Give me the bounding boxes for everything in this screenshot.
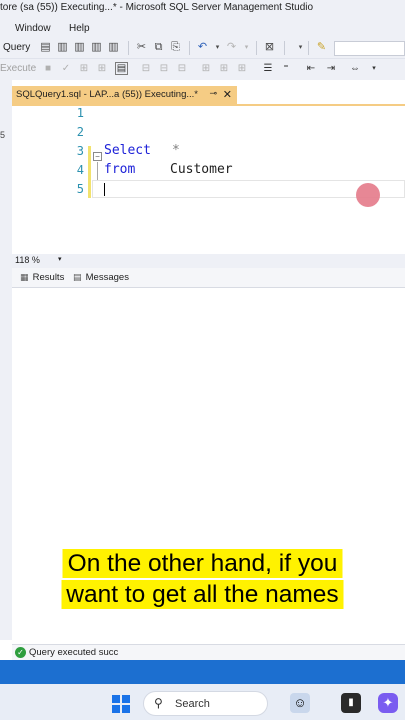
zoom-level[interactable]: 118 % [15, 255, 40, 265]
success-check-icon: ✓ [15, 647, 26, 658]
line-number: 5 [76, 182, 84, 196]
results-tabs: ▦ Results ▤ Messages [12, 268, 405, 288]
cut-icon[interactable]: ✂ [135, 41, 148, 54]
indent-icon[interactable]: ⇥ [325, 63, 337, 75]
copilot-icon[interactable]: ✦ [378, 693, 398, 713]
mdx-query-icon[interactable]: ▥ [73, 41, 86, 54]
change-tracking-bar [88, 146, 91, 198]
select-all-operator: * [172, 143, 180, 158]
query-editor[interactable]: 1 2 3 4 5 − Select * from Customer [12, 106, 405, 254]
line-number: 4 [76, 163, 84, 177]
toolbar-separator [189, 41, 190, 55]
status-message: Query executed succ [29, 647, 119, 658]
new-query-icon[interactable]: ▤ [39, 41, 52, 54]
tab-messages[interactable]: ▤ Messages [73, 272, 129, 283]
properties-icon[interactable]: ✎ [315, 41, 328, 54]
toolbar-separator [128, 41, 129, 55]
close-icon[interactable]: ✕ [223, 88, 232, 101]
toolbar-options-icon[interactable]: ▾ [368, 63, 380, 75]
undo-icon[interactable]: ↶ [196, 41, 209, 54]
query-status-bar: ✓ Query executed succ [12, 644, 405, 660]
execute-button[interactable]: Execute [0, 63, 36, 74]
tab-results-label: Results [32, 272, 65, 283]
toolbar-separator [308, 41, 309, 55]
terminal-icon[interactable]: ▮ [341, 693, 361, 713]
search-icon: ⚲ [154, 696, 163, 710]
include-plan-icon[interactable]: ⊟ [140, 63, 152, 75]
parse-icon[interactable]: ✓ [60, 63, 72, 75]
display-plan-icon[interactable]: ⊞ [78, 63, 90, 75]
tab-results[interactable]: ▦ Results [20, 272, 64, 283]
tab-sqlquery1[interactable]: SQLQuery1.sql - LAP...a (55)) Executing.… [12, 86, 237, 104]
line-number: 1 [76, 106, 84, 120]
menu-item-window[interactable]: Window [15, 23, 51, 34]
tab-messages-label: Messages [85, 272, 129, 283]
sql-editor-toolbar: Execute ■ ✓ ⊞ ⊞ ▤ ⊟ ⊟ ⊟ ⊞ ⊞ ⊞ ☰ ⁼ ⇤ ⇥ ⇔ … [0, 59, 405, 80]
stop-icon[interactable]: ■ [42, 63, 54, 75]
tab-title: SQLQuery1.sql - LAP...a (55)) Executing.… [16, 89, 198, 100]
redo-dropdown-icon[interactable]: ▾ [240, 41, 253, 54]
screen: tore (sa (55)) Executing...* - Microsoft… [0, 0, 405, 720]
dropdown-icon[interactable]: ▾ [294, 41, 307, 54]
paste-icon[interactable]: ⎘ [169, 41, 182, 54]
keyword-from: from [104, 162, 136, 177]
zoom-dropdown-icon[interactable]: ▾ [58, 255, 62, 263]
results-to-text-icon[interactable]: ▤ [115, 62, 128, 75]
editor-zoom-bar: 118 % ▾ [12, 254, 405, 268]
windows-taskbar: ⚲ Search ☺ ▮ ✦ [0, 684, 405, 720]
specify-values-icon[interactable]: ⇔ [349, 63, 361, 75]
taskbar-search[interactable]: ⚲ Search [143, 691, 268, 716]
video-caption: On the other hand, if you want to get al… [55, 548, 350, 610]
uncomment-icon[interactable]: ⁼ [280, 63, 292, 75]
client-stats-icon[interactable]: ⊟ [176, 63, 188, 75]
caption-text: On the other hand, if you want to get al… [61, 549, 344, 609]
application-status-bar [0, 660, 405, 684]
keyword-select: Select [104, 143, 151, 158]
fold-guide [97, 162, 98, 180]
avatar-icon[interactable]: ☺ [290, 693, 310, 713]
text-caret [104, 183, 105, 196]
menu-item-help[interactable]: Help [69, 23, 90, 34]
line-number: 3 [76, 144, 84, 158]
redo-icon[interactable]: ↷ [225, 41, 238, 54]
search-label: Search [175, 698, 210, 710]
live-stats-icon[interactable]: ⊟ [158, 63, 170, 75]
xmla-query-icon[interactable]: ▥ [107, 41, 120, 54]
database-query-icon[interactable]: ▥ [56, 41, 69, 54]
toolbar-search-input[interactable] [334, 41, 405, 56]
results-to-file-icon[interactable]: ⊞ [218, 63, 230, 75]
comment-icon[interactable]: ☰ [262, 63, 274, 75]
line-number: 2 [76, 125, 84, 139]
query-designer-icon[interactable]: ⊞ [96, 63, 108, 75]
results-to-grid-icon[interactable]: ⊞ [200, 63, 212, 75]
windows-start-icon[interactable] [112, 695, 130, 713]
horizontal-scrollbar[interactable] [78, 257, 405, 265]
menu-bar: Window Help [0, 18, 405, 38]
object-explorer-partial-text: 5 [0, 130, 6, 140]
object-explorer-edge: 5 [0, 80, 12, 640]
query-menu-label[interactable]: Query [3, 42, 30, 53]
touch-indicator [356, 183, 380, 207]
toolbar-separator [284, 41, 285, 55]
pin-icon[interactable]: ⊸ [209, 88, 217, 99]
solution-explorer-icon[interactable]: ⊠ [263, 41, 276, 54]
results-icon[interactable]: ⊞ [236, 63, 248, 75]
standard-toolbar: Query ▤ ▥ ▥ ▥ ▥ ✂ ⧉ ⎘ ↶ ▾ ↷ ▾ ⊠ ▾ ✎ [0, 38, 405, 59]
toolbar-separator [256, 41, 257, 55]
grid-icon: ▦ [20, 272, 29, 282]
dmx-query-icon[interactable]: ▥ [90, 41, 103, 54]
table-identifier: Customer [170, 162, 233, 177]
outdent-icon[interactable]: ⇤ [305, 63, 317, 75]
undo-dropdown-icon[interactable]: ▾ [211, 41, 224, 54]
copy-icon[interactable]: ⧉ [152, 41, 165, 54]
window-title: tore (sa (55)) Executing...* - Microsoft… [0, 0, 405, 18]
collapse-region-icon[interactable]: − [93, 152, 102, 161]
messages-icon: ▤ [73, 272, 82, 282]
